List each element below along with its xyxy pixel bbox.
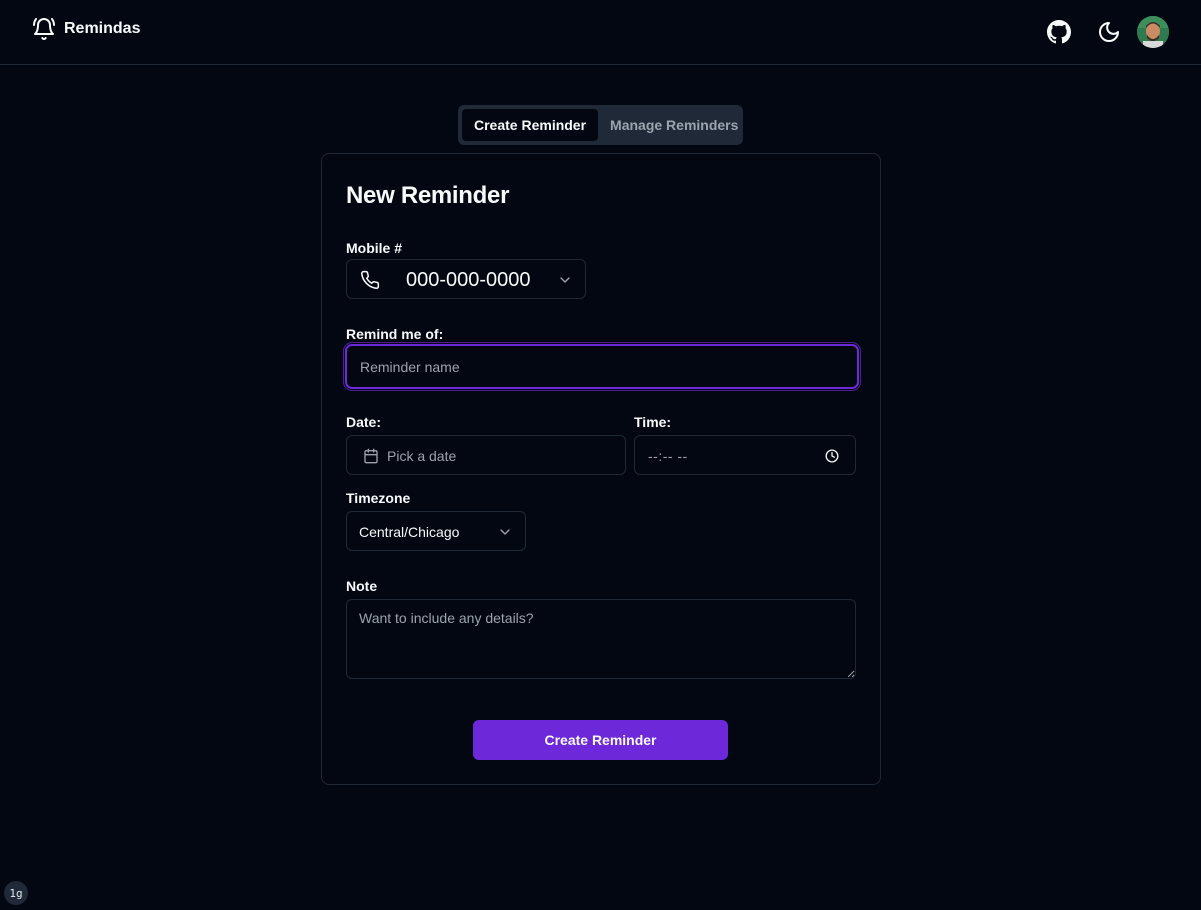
- calendar-icon: [364, 448, 378, 464]
- bell-ring-icon: [33, 18, 55, 40]
- top-nav: Remindas: [0, 0, 1201, 65]
- date-placeholder: Pick a date: [387, 448, 457, 464]
- card-title: New Reminder: [346, 182, 510, 209]
- tab-manage-reminders[interactable]: Manage Reminders: [598, 109, 750, 141]
- time-input[interactable]: --:-- --: [634, 435, 856, 475]
- brand[interactable]: Remindas: [32, 17, 140, 41]
- github-icon[interactable]: [1047, 20, 1071, 44]
- moon-icon[interactable]: [1097, 20, 1121, 44]
- tab-create-reminder[interactable]: Create Reminder: [462, 109, 599, 141]
- dev-badge[interactable]: 1g: [4, 881, 28, 905]
- timezone-value: Central/Chicago: [359, 524, 460, 540]
- avatar-image: [1137, 16, 1169, 48]
- avatar[interactable]: [1137, 16, 1169, 48]
- date-picker-button[interactable]: Pick a date: [346, 435, 626, 475]
- mobile-value: 000-000-0000: [406, 269, 531, 291]
- clock-icon[interactable]: [825, 449, 839, 463]
- time-value: --:-- --: [648, 448, 688, 464]
- timezone-select[interactable]: Central/Chicago: [346, 511, 526, 551]
- chevron-down-icon: [560, 277, 570, 283]
- mobile-field[interactable]: 000-000-0000: [346, 259, 586, 299]
- tab-list: Create Reminder Manage Reminders: [458, 105, 743, 145]
- timezone-label: Timezone: [346, 490, 411, 506]
- new-reminder-card: New Reminder Mobile # 000-000-0000 Remin…: [321, 153, 881, 785]
- note-label: Note: [346, 578, 378, 594]
- create-reminder-button[interactable]: Create Reminder: [473, 720, 728, 760]
- phone-icon: [361, 270, 380, 290]
- date-label: Date:: [346, 414, 382, 430]
- app-name: Remindas: [64, 20, 141, 37]
- chevron-down-icon: [500, 529, 510, 535]
- reminder-name-input[interactable]: [345, 344, 859, 389]
- note-textarea[interactable]: [346, 599, 856, 679]
- remind-label: Remind me of:: [346, 326, 444, 342]
- time-label: Time:: [634, 414, 672, 430]
- mobile-label: Mobile #: [346, 240, 403, 256]
